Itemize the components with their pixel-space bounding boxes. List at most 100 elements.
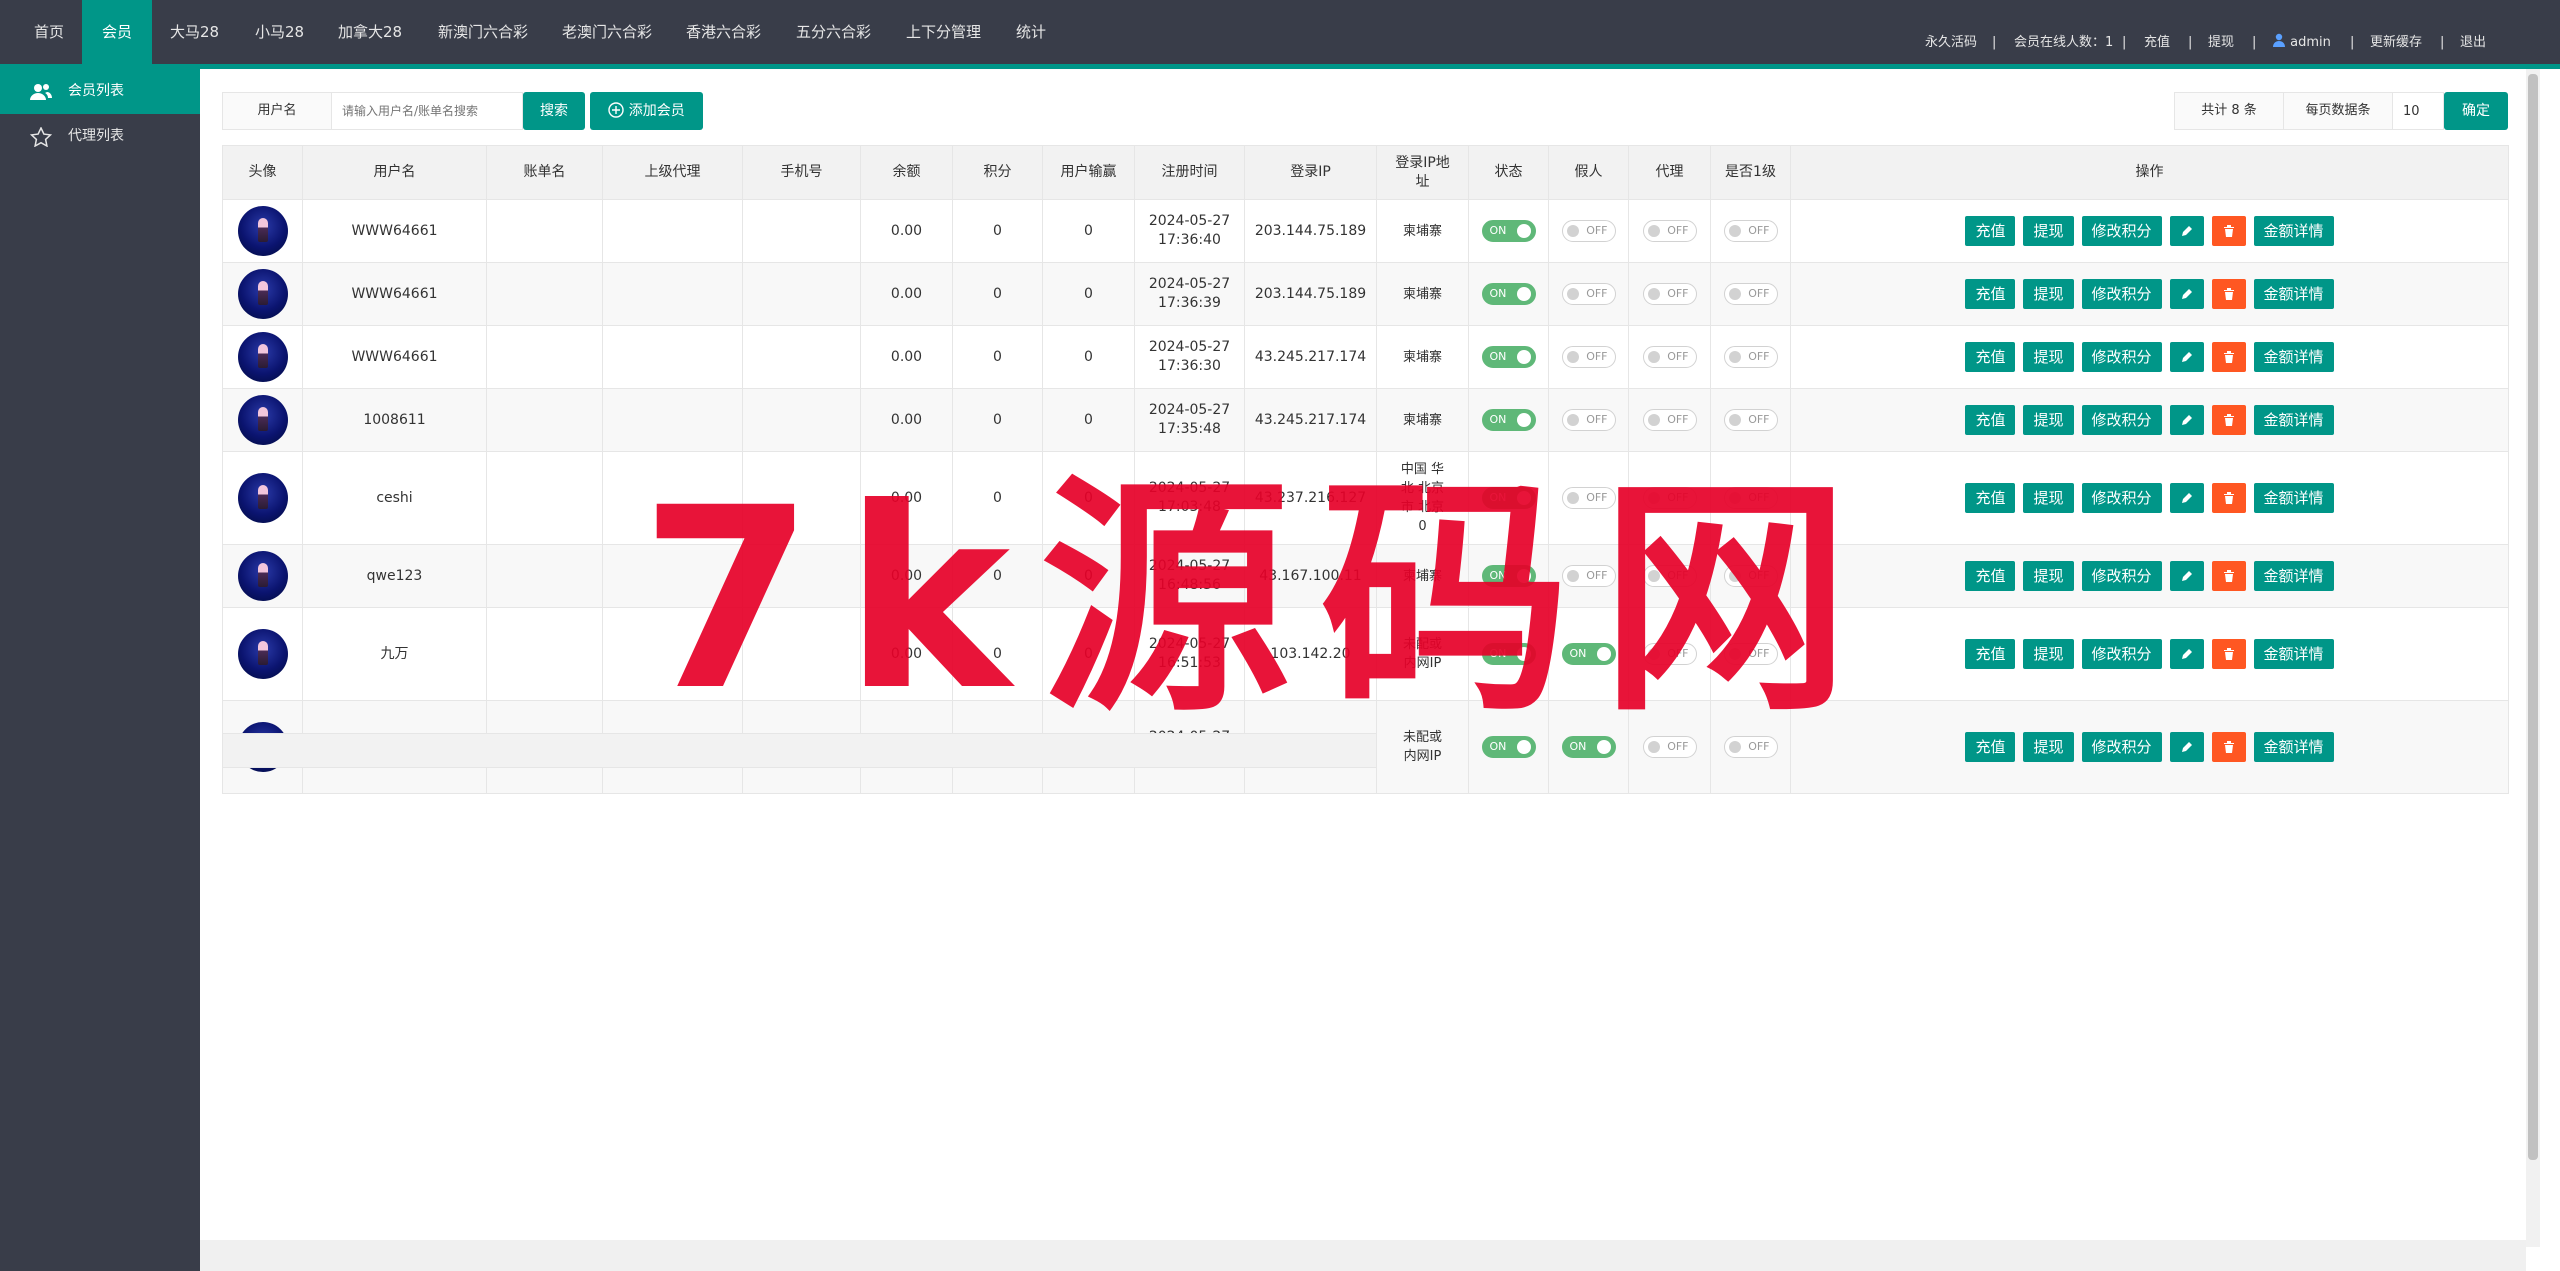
edit-button[interactable] [2169,405,2204,435]
amount-details-button[interactable]: 金额详情 [2253,216,2334,246]
withdraw-button[interactable]: 提现 [2023,561,2074,591]
status-switch[interactable]: ON [1481,565,1536,587]
withdraw-button[interactable]: 提现 [2023,483,2074,513]
modify-points-button[interactable]: 修改积分 [2081,483,2162,513]
amount-details-button[interactable]: 金额详情 [2253,561,2334,591]
recharge-button[interactable]: 充值 [1965,405,2016,435]
modify-points-button[interactable]: 修改积分 [2081,405,2162,435]
edit-button[interactable] [2169,216,2204,246]
search-input[interactable] [331,92,523,130]
sidebar-item-agent-list[interactable]: 代理列表 [0,114,200,159]
modify-points-button[interactable]: 修改积分 [2081,342,2162,372]
fake-user-switch[interactable]: OFF [1561,283,1616,305]
recharge-button[interactable]: 充值 [1965,216,2016,246]
nav-five-min-lottery[interactable]: 五分六合彩 [776,0,891,64]
avatar[interactable] [237,395,288,445]
delete-button[interactable] [2211,561,2246,591]
amount-details-button[interactable]: 金额详情 [2253,732,2334,762]
sidebar-item-member-list[interactable]: 会员列表 [0,69,200,114]
logout-link[interactable]: 退出 [2460,0,2486,86]
recharge-button[interactable]: 充值 [1965,639,2016,669]
nav-statistics[interactable]: 统计 [996,0,1066,64]
fake-user-switch[interactable]: OFF [1561,409,1616,431]
proxy-switch[interactable]: OFF [1642,643,1697,665]
status-switch[interactable]: ON [1481,736,1536,758]
delete-button[interactable] [2211,405,2246,435]
proxy-switch[interactable]: OFF [1642,736,1697,758]
proxy-switch[interactable]: OFF [1642,283,1697,305]
level1-switch[interactable]: OFF [1723,220,1778,242]
status-switch[interactable]: ON [1481,220,1536,242]
avatar[interactable] [237,332,288,382]
proxy-switch[interactable]: OFF [1642,487,1697,509]
recharge-button[interactable]: 充值 [1965,483,2016,513]
permanent-code-link[interactable]: 永久活码 [1925,0,1977,86]
delete-button[interactable] [2211,732,2246,762]
nav-credit-management[interactable]: 上下分管理 [886,0,1001,64]
scrollbar-thumb[interactable] [2528,74,2538,1160]
amount-details-button[interactable]: 金额详情 [2253,342,2334,372]
edit-button[interactable] [2169,279,2204,309]
modify-points-button[interactable]: 修改积分 [2081,732,2162,762]
confirm-button[interactable]: 确定 [2444,92,2508,130]
withdraw-button[interactable]: 提现 [2023,732,2074,762]
level1-switch[interactable]: OFF [1723,409,1778,431]
delete-button[interactable] [2211,639,2246,669]
status-switch[interactable]: ON [1481,283,1536,305]
fake-user-switch[interactable]: OFF [1561,220,1616,242]
add-member-button[interactable]: 添加会员 [590,92,703,130]
update-cache-link[interactable]: 更新缓存 [2370,0,2422,86]
withdraw-button[interactable]: 提现 [2023,279,2074,309]
proxy-switch[interactable]: OFF [1642,220,1697,242]
status-switch[interactable]: ON [1481,643,1536,665]
level1-switch[interactable]: OFF [1723,487,1778,509]
nav-home[interactable]: 首页 [14,0,84,64]
withdraw-link[interactable]: 提现 [2208,0,2234,86]
level1-switch[interactable]: OFF [1723,565,1778,587]
fake-user-switch[interactable]: ON [1561,736,1616,758]
level1-switch[interactable]: OFF [1723,346,1778,368]
nav-canada28[interactable]: 加拿大28 [318,0,422,64]
admin-user[interactable]: admin [2272,0,2331,86]
nav-members[interactable]: 会员 [82,0,153,64]
delete-button[interactable] [2211,279,2246,309]
avatar[interactable] [237,206,288,256]
withdraw-button[interactable]: 提现 [2023,405,2074,435]
delete-button[interactable] [2211,483,2246,513]
fake-user-switch[interactable]: OFF [1561,487,1616,509]
search-button[interactable]: 搜索 [523,92,585,130]
horizontal-scrollbar[interactable] [200,1240,2526,1271]
edit-button[interactable] [2169,561,2204,591]
modify-points-button[interactable]: 修改积分 [2081,639,2162,669]
recharge-button[interactable]: 充值 [1965,342,2016,372]
fake-user-switch[interactable]: OFF [1561,565,1616,587]
table-scroll-area[interactable] [222,733,1377,768]
nav-old-macau-lottery[interactable]: 老澳门六合彩 [542,0,672,64]
modify-points-button[interactable]: 修改积分 [2081,279,2162,309]
amount-details-button[interactable]: 金额详情 [2253,639,2334,669]
avatar[interactable] [237,473,288,523]
nav-xiaoma28[interactable]: 小马28 [235,0,324,64]
proxy-switch[interactable]: OFF [1642,409,1697,431]
withdraw-button[interactable]: 提现 [2023,639,2074,669]
modify-points-button[interactable]: 修改积分 [2081,216,2162,246]
edit-button[interactable] [2169,483,2204,513]
status-switch[interactable]: ON [1481,346,1536,368]
amount-details-button[interactable]: 金额详情 [2253,279,2334,309]
delete-button[interactable] [2211,216,2246,246]
level1-switch[interactable]: OFF [1723,736,1778,758]
recharge-link[interactable]: 充值 [2144,0,2170,86]
avatar[interactable] [237,629,288,679]
fake-user-switch[interactable]: ON [1561,643,1616,665]
fake-user-switch[interactable]: OFF [1561,346,1616,368]
proxy-switch[interactable]: OFF [1642,565,1697,587]
delete-button[interactable] [2211,342,2246,372]
level1-switch[interactable]: OFF [1723,643,1778,665]
edit-button[interactable] [2169,732,2204,762]
nav-hongkong-lottery[interactable]: 香港六合彩 [666,0,781,64]
recharge-button[interactable]: 充值 [1965,732,2016,762]
edit-button[interactable] [2169,639,2204,669]
status-switch[interactable]: ON [1481,409,1536,431]
level1-switch[interactable]: OFF [1723,283,1778,305]
recharge-button[interactable]: 充值 [1965,561,2016,591]
